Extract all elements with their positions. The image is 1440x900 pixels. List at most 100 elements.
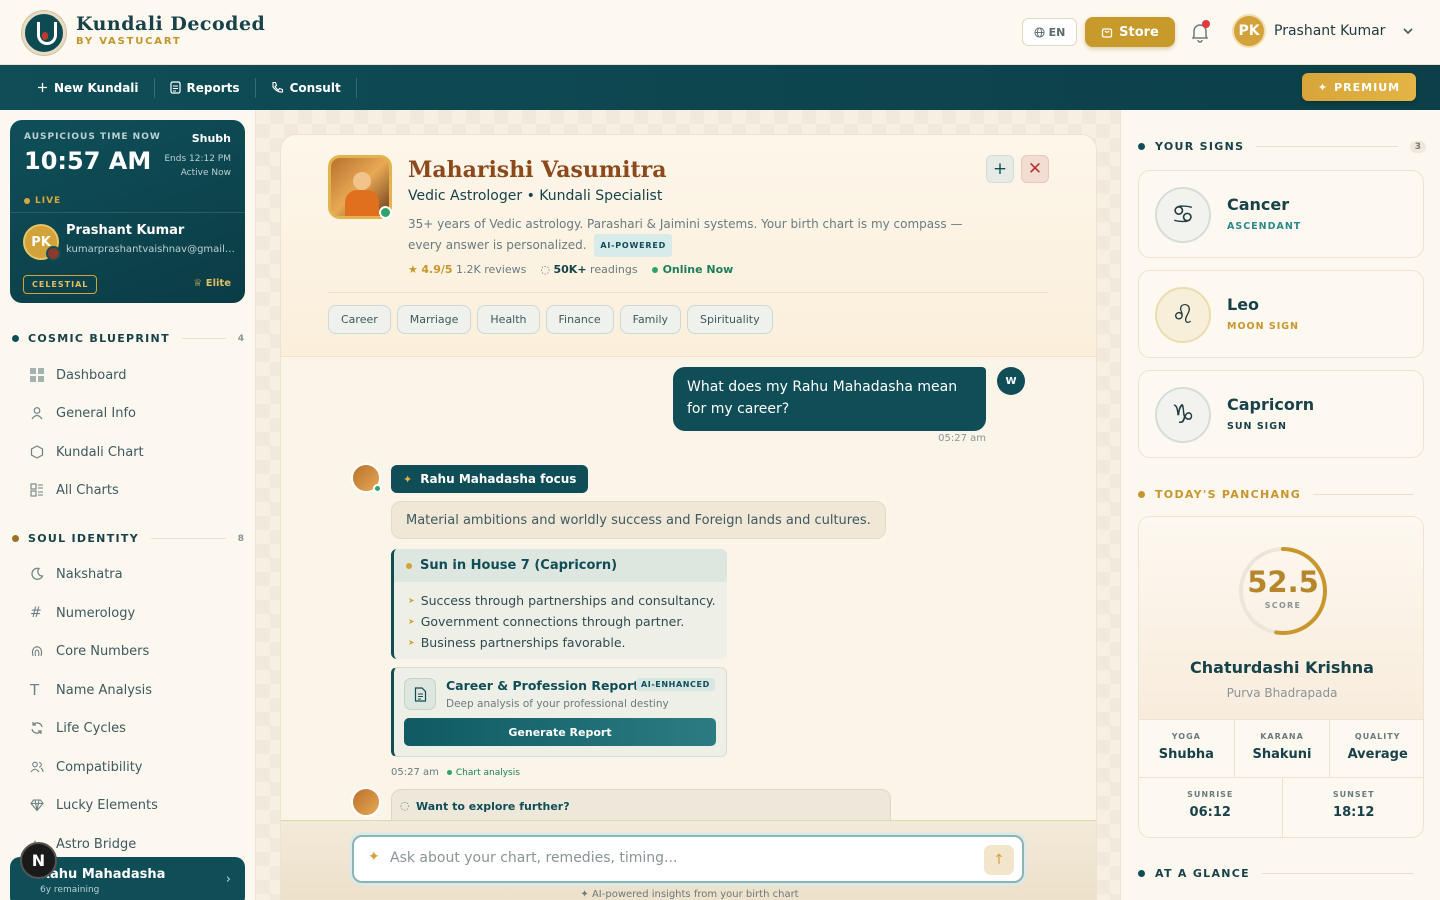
status-label: Online Now	[662, 263, 734, 276]
readings-label: readings	[590, 263, 638, 276]
dasha-remaining: 6y remaining	[40, 885, 100, 895]
divider	[1256, 146, 1398, 147]
store-label: Store	[1119, 24, 1159, 40]
focus-badge: ✦ Rahu Mahadasha focus	[391, 465, 589, 493]
sign-card-cancer[interactable]: ♋ Cancer ASCENDANT	[1138, 170, 1424, 258]
document-icon	[169, 81, 181, 94]
document-icon	[404, 678, 436, 710]
brand[interactable]: Kundali Decoded BY VASTUCART	[76, 13, 265, 47]
cell-key: KARANA	[1260, 732, 1304, 741]
section-count: 3	[1409, 140, 1426, 153]
goat-icon: ♑	[1155, 387, 1211, 443]
bullet-dot-icon	[406, 562, 412, 569]
user-menu[interactable]: PK Prashant Kumar	[1232, 14, 1415, 48]
nav-consult[interactable]: Consult	[256, 77, 357, 98]
notifications-button[interactable]	[1188, 20, 1212, 44]
chat-input[interactable]: ✦ Ask about your chart, remedies, timing…	[352, 835, 1024, 883]
analysis-label: Chart analysis	[455, 767, 520, 778]
live-dot-icon	[24, 198, 30, 204]
sign-card-leo[interactable]: ♌ Leo MOON SIGN	[1138, 270, 1424, 358]
astrologer-avatar	[351, 463, 382, 493]
user-avatar: PK	[1232, 14, 1266, 48]
sign-name: Cancer	[1227, 195, 1290, 214]
status-dot-icon	[651, 266, 658, 273]
tag-spirituality[interactable]: Spirituality	[687, 305, 773, 334]
star-icon: ★	[408, 263, 418, 276]
new-chat-button[interactable]: +	[986, 155, 1014, 183]
sign-type: SUN SIGN	[1227, 421, 1287, 432]
sign-type: MOON SIGN	[1227, 321, 1299, 332]
sidebar-item-all-charts[interactable]: All Charts	[30, 480, 119, 500]
section-dot-icon	[1138, 870, 1145, 877]
list-item: Business partnerships favorable.	[408, 632, 727, 653]
fingerprint-icon	[31, 646, 43, 657]
crown-icon: ♕	[193, 278, 203, 289]
divider	[1313, 494, 1414, 495]
store-button[interactable]: Store	[1085, 17, 1175, 47]
ai-enhanced-badge: AI-ENHANCED	[636, 678, 715, 691]
nav-reports[interactable]: Reports	[155, 77, 256, 98]
cell-value: 18:12	[1333, 805, 1375, 820]
sidebar-item-life-cycles[interactable]: Life Cycles	[30, 718, 126, 738]
sidebar-item-compatibility[interactable]: Compatibility	[30, 757, 143, 777]
house-insight-title: Sun in House 7 (Capricorn)	[394, 549, 727, 582]
sidebar-item-label: Core Numbers	[56, 643, 150, 659]
sidebar-item-label: Name Analysis	[56, 682, 153, 698]
generate-report-button[interactable]: Generate Report	[404, 718, 716, 746]
zodiac-badge-icon	[46, 246, 61, 261]
online-status: Online Now	[651, 263, 734, 276]
chat-bubble-icon: ◌	[540, 263, 550, 276]
sidebar-item-lucky-elements[interactable]: Lucky Elements	[30, 795, 158, 815]
close-button[interactable]: ✕	[1021, 155, 1049, 183]
lion-icon: ♌	[1155, 287, 1211, 343]
tag-career[interactable]: Career	[328, 305, 391, 334]
tag-health[interactable]: Health	[477, 305, 540, 334]
sidebar-item-numerology[interactable]: # Numerology	[30, 603, 135, 623]
brand-title: Kundali Decoded	[76, 13, 266, 35]
tag-family[interactable]: Family	[619, 305, 682, 334]
current-time: 10:57 AM	[24, 147, 152, 175]
panchang-elements: YOGA Shubha KARANA Shakuni QUALITY Average	[1139, 719, 1423, 778]
sidebar-item-kundali-chart[interactable]: Kundali Chart	[30, 442, 144, 462]
sidebar-item-dashboard[interactable]: Dashboard	[30, 365, 127, 385]
chevron-down-icon	[1403, 28, 1413, 35]
auspicious-label: AUSPICIOUS TIME NOW	[24, 132, 161, 142]
explore-label: Want to explore further?	[416, 800, 570, 813]
section-dot-icon	[1138, 491, 1145, 498]
astrologer-avatar	[351, 787, 381, 817]
sidebar-item-general-info[interactable]: General Info	[30, 403, 136, 423]
list-item: Success through partnerships and consult…	[408, 590, 727, 611]
sidebar-item-label: Numerology	[56, 605, 136, 621]
readings-count: 50K+	[553, 263, 587, 276]
section-soul-identity: SOUL IDENTITY 8	[12, 532, 244, 545]
nav-new-kundali[interactable]: New Kundali	[22, 77, 155, 98]
premium-button[interactable]: ✦ PREMIUM	[1302, 73, 1416, 101]
brand-logo[interactable]	[22, 11, 66, 55]
summary-message: Material ambitions and worldly success a…	[391, 501, 886, 539]
sidebar-item-label: Life Cycles	[56, 720, 126, 736]
hash-icon: #	[30, 605, 42, 621]
panchang-score: 52.5	[1247, 565, 1319, 599]
sidebar-item-label: Dashboard	[56, 367, 127, 383]
cell-key: YOGA	[1171, 732, 1201, 741]
sidebar-item-nakshatra[interactable]: Nakshatra	[30, 564, 123, 584]
section-dot-icon	[12, 335, 19, 342]
sign-card-capricorn[interactable]: ♑ Capricorn SUN SIGN	[1138, 370, 1424, 458]
divider	[181, 338, 226, 339]
tag-marriage[interactable]: Marriage	[396, 305, 472, 334]
cell-key: SUNRISE	[1187, 790, 1234, 799]
live-indicator: LIVE	[24, 196, 61, 206]
section-dot-icon	[12, 535, 19, 542]
language-button[interactable]: EN	[1022, 18, 1077, 46]
auspicious-time-card: AUSPICIOUS TIME NOW Shubh 10:57 AM Ends …	[10, 120, 245, 303]
send-button[interactable]: ↑	[984, 845, 1014, 875]
profile-avatar[interactable]: PK	[23, 224, 61, 261]
analysis-tag: Chart analysis	[446, 767, 520, 778]
live-label: LIVE	[35, 196, 62, 206]
sidebar-item-name-analysis[interactable]: T Name Analysis	[30, 680, 152, 700]
n-badge-button[interactable]: N	[20, 842, 57, 879]
sidebar-item-core-numbers[interactable]: Core Numbers	[30, 641, 149, 661]
auspicious-quality: Shubh	[191, 132, 231, 145]
section-title: YOUR SIGNS	[1155, 140, 1245, 153]
tag-finance[interactable]: Finance	[545, 305, 614, 334]
